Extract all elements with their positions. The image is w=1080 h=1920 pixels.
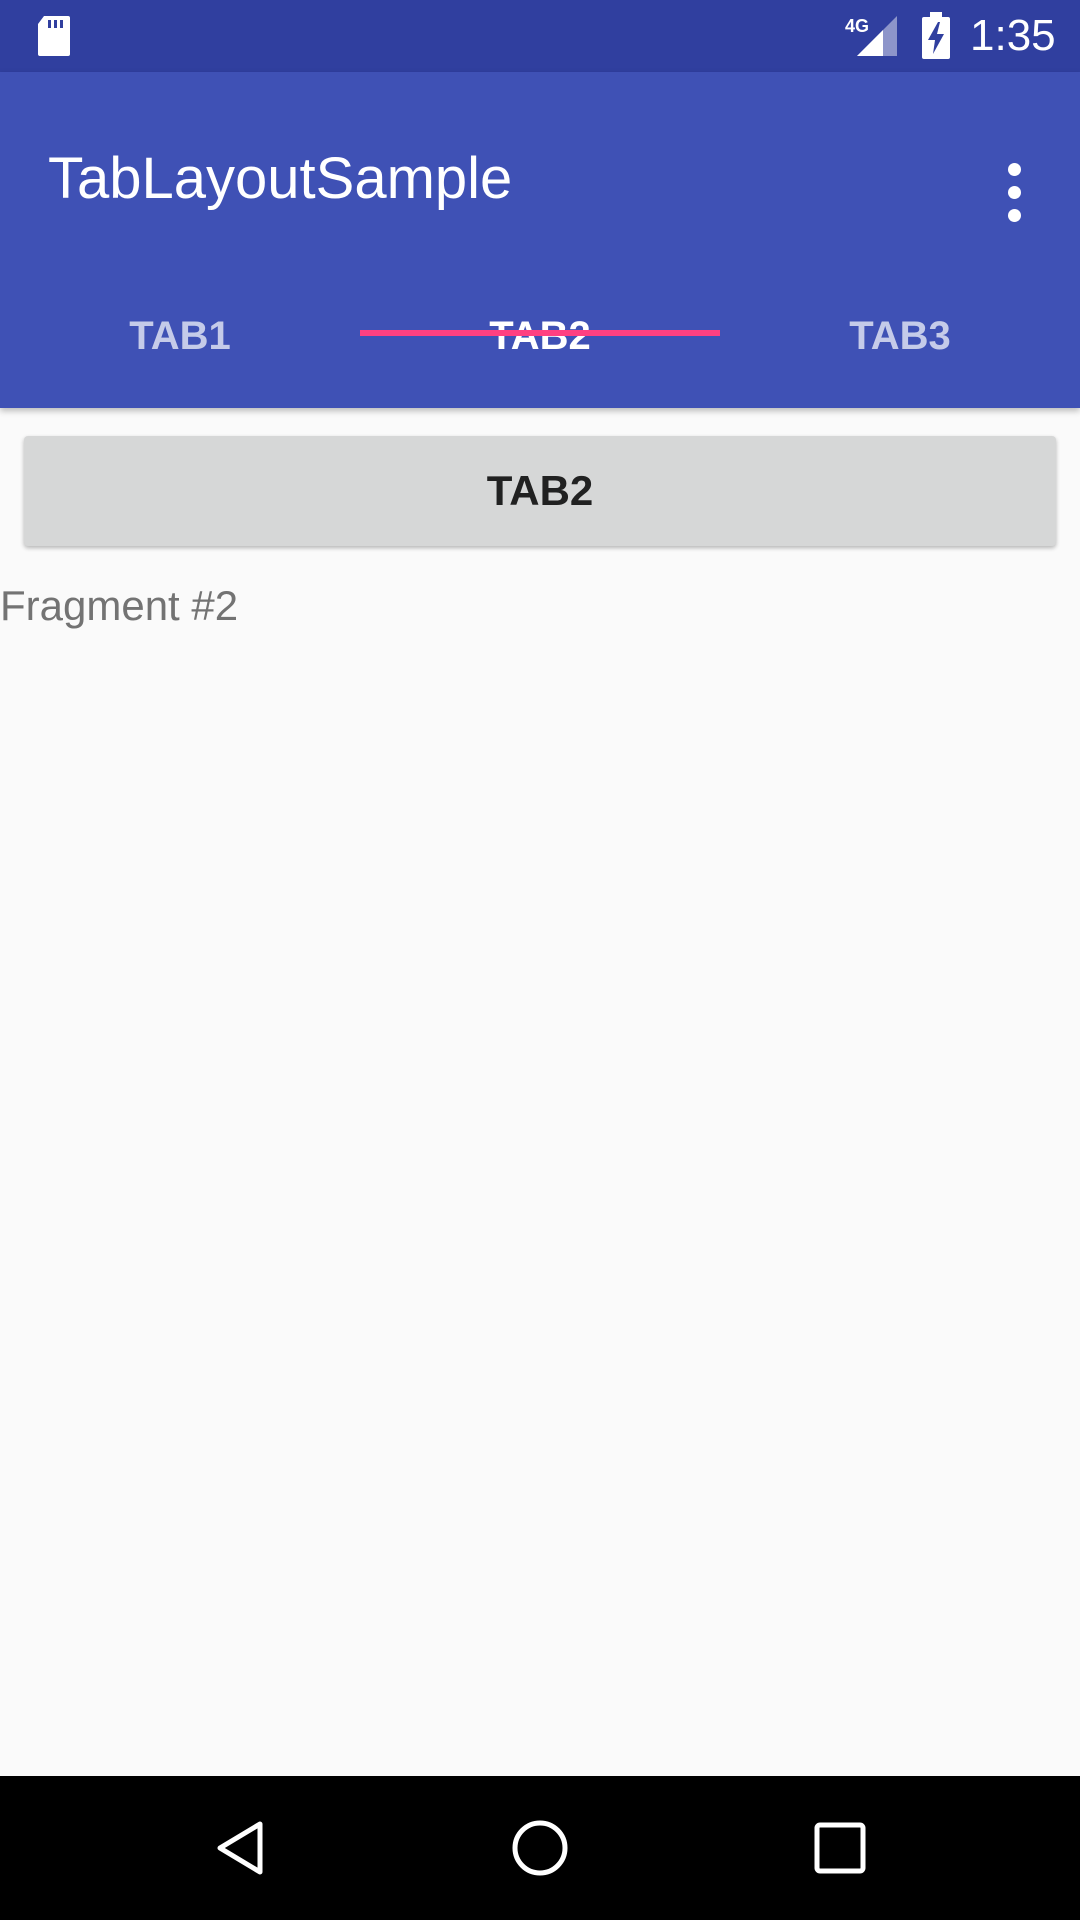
tab-layout: TAB1 TAB2 TAB3 <box>0 264 1080 408</box>
app-title: TabLayoutSample <box>48 146 513 211</box>
tab-indicator <box>360 330 720 336</box>
network-type-label: 4G <box>845 16 869 36</box>
recents-button[interactable] <box>770 1776 910 1920</box>
tab2-button[interactable]: TAB2 <box>24 436 1056 546</box>
app-bar: TabLayoutSample TAB1 TAB2 TAB3 <box>0 72 1080 408</box>
sd-card-icon <box>38 16 70 56</box>
status-bar: 4G 1:35 <box>0 0 1080 72</box>
tab-3[interactable]: TAB3 <box>720 264 1080 408</box>
screen: 4G 1:35 TabLayoutSample TAB1 TAB2 TAB3 T… <box>0 0 1080 1920</box>
menu-dot <box>1007 208 1021 222</box>
recents-icon <box>814 1822 866 1874</box>
tab-2[interactable]: TAB2 <box>360 264 720 408</box>
back-icon <box>217 1821 263 1875</box>
back-button[interactable] <box>170 1776 310 1920</box>
tab-1[interactable]: TAB1 <box>0 264 360 408</box>
home-icon <box>512 1820 568 1876</box>
menu-dot <box>1007 162 1021 176</box>
home-button[interactable] <box>470 1776 610 1920</box>
more-vert-icon[interactable] <box>984 144 1044 240</box>
fragment-label: Fragment #2 <box>0 582 239 629</box>
navigation-bar <box>0 1776 1080 1920</box>
clock: 1:35 <box>970 11 1056 60</box>
menu-dot <box>1007 185 1021 199</box>
signal-4g-icon: 4G <box>845 16 897 56</box>
battery-charging-icon <box>922 12 950 59</box>
